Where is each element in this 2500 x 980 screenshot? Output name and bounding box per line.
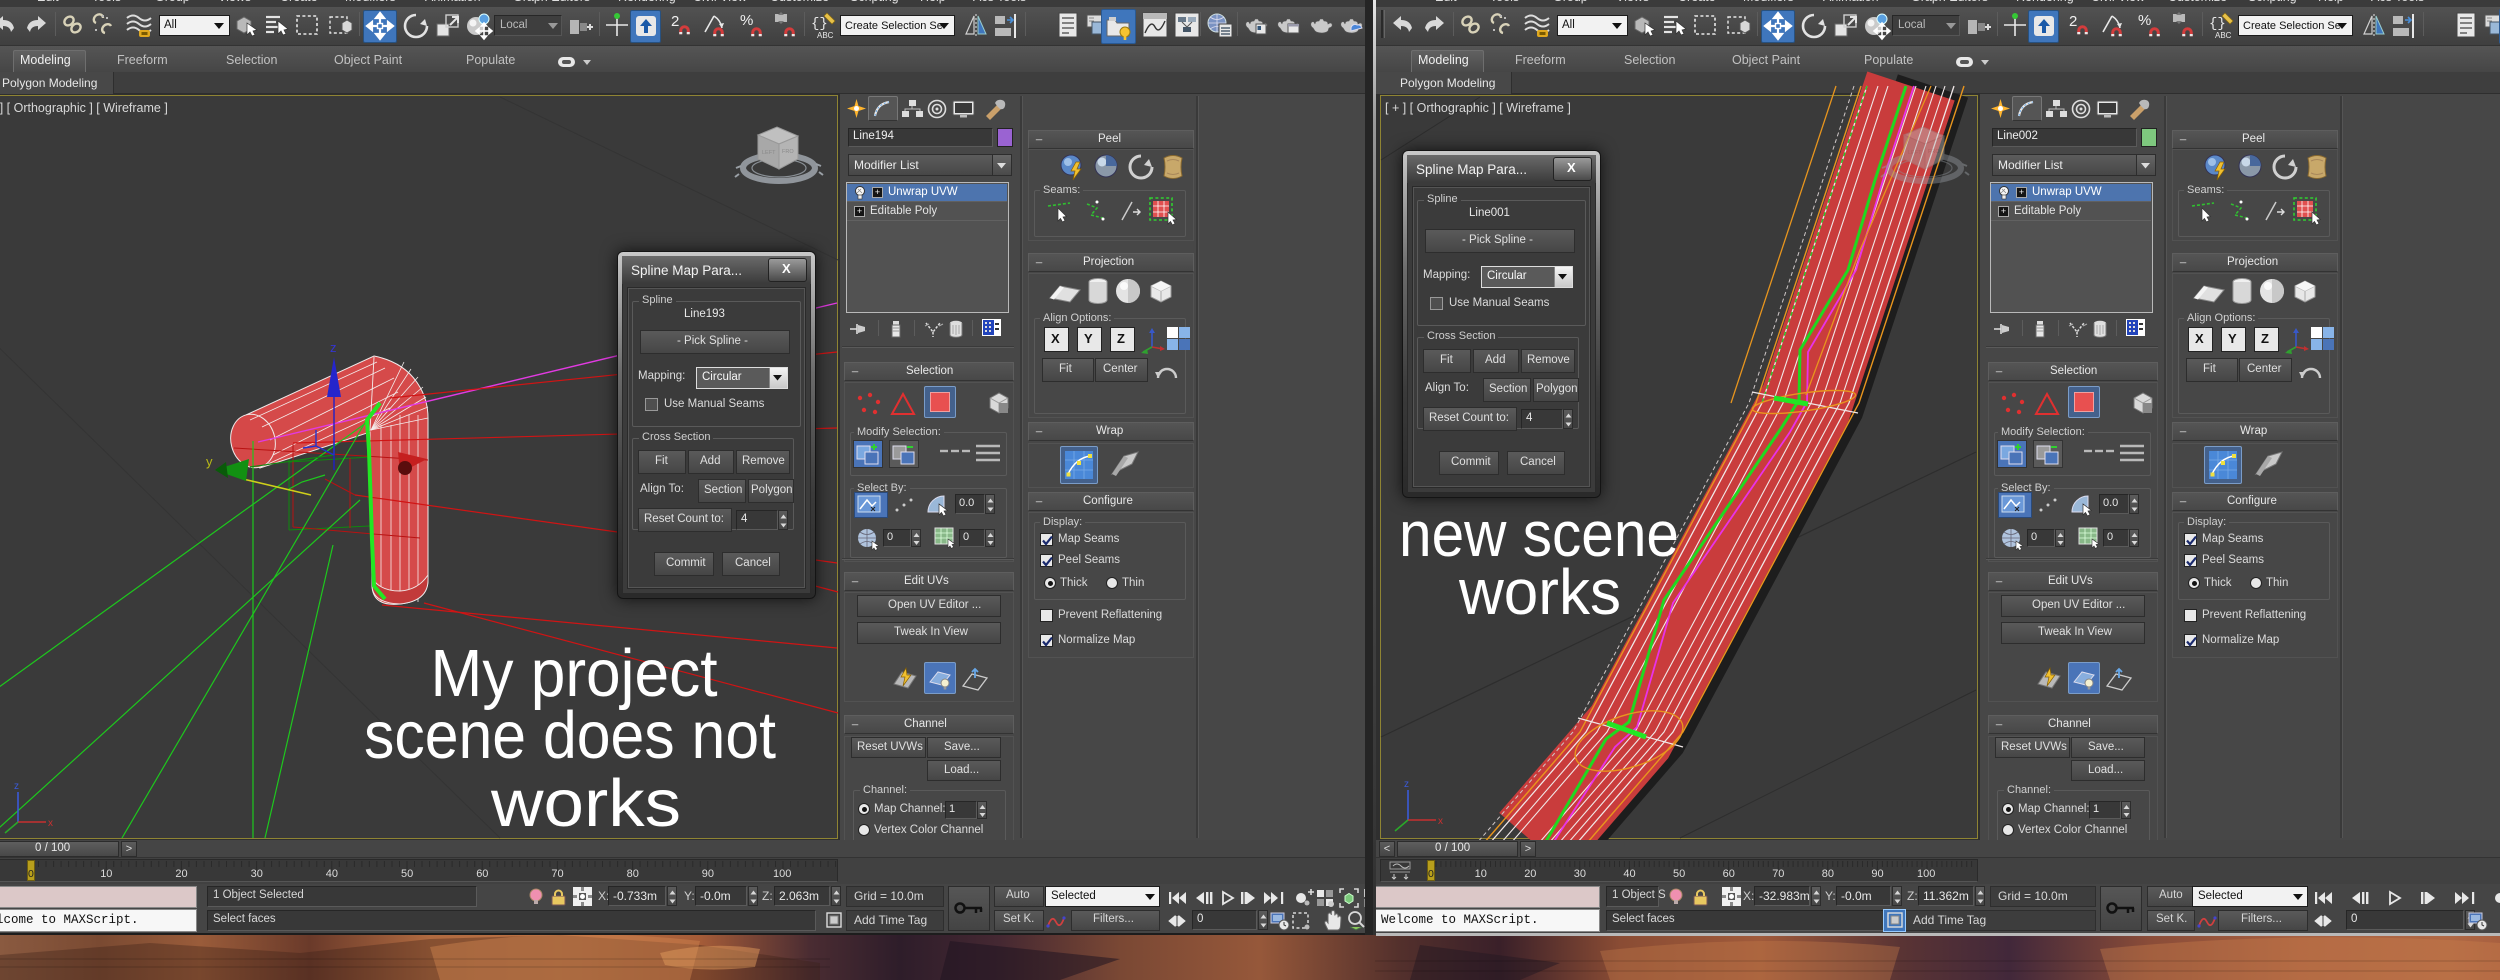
svg-text:scene does not: scene does not bbox=[364, 698, 776, 773]
svg-text:2: 2 bbox=[671, 13, 679, 30]
svg-text:z: z bbox=[1404, 779, 1409, 790]
svg-text:{}: {} bbox=[811, 16, 828, 32]
svg-text:z: z bbox=[14, 781, 19, 792]
svg-text:%: % bbox=[740, 12, 753, 29]
svg-text:ABC: ABC bbox=[2215, 31, 2232, 40]
svg-text:y: y bbox=[206, 454, 213, 469]
svg-text:works: works bbox=[490, 766, 681, 841]
svg-text:2: 2 bbox=[2069, 13, 2077, 30]
svg-text:FRO: FRO bbox=[1928, 149, 1940, 155]
svg-text:x: x bbox=[48, 818, 53, 829]
svg-text:%: % bbox=[2138, 12, 2151, 29]
svg-text:works: works bbox=[1458, 556, 1621, 628]
svg-text:FRO: FRO bbox=[782, 149, 794, 155]
svg-text:x: x bbox=[1438, 816, 1443, 827]
svg-text:LEFT: LEFT bbox=[1908, 150, 1922, 156]
svg-text:ABC: ABC bbox=[817, 31, 834, 40]
svg-text:{}: {} bbox=[2209, 16, 2226, 32]
svg-text:z: z bbox=[330, 340, 337, 355]
svg-text:LEFT: LEFT bbox=[762, 150, 776, 156]
